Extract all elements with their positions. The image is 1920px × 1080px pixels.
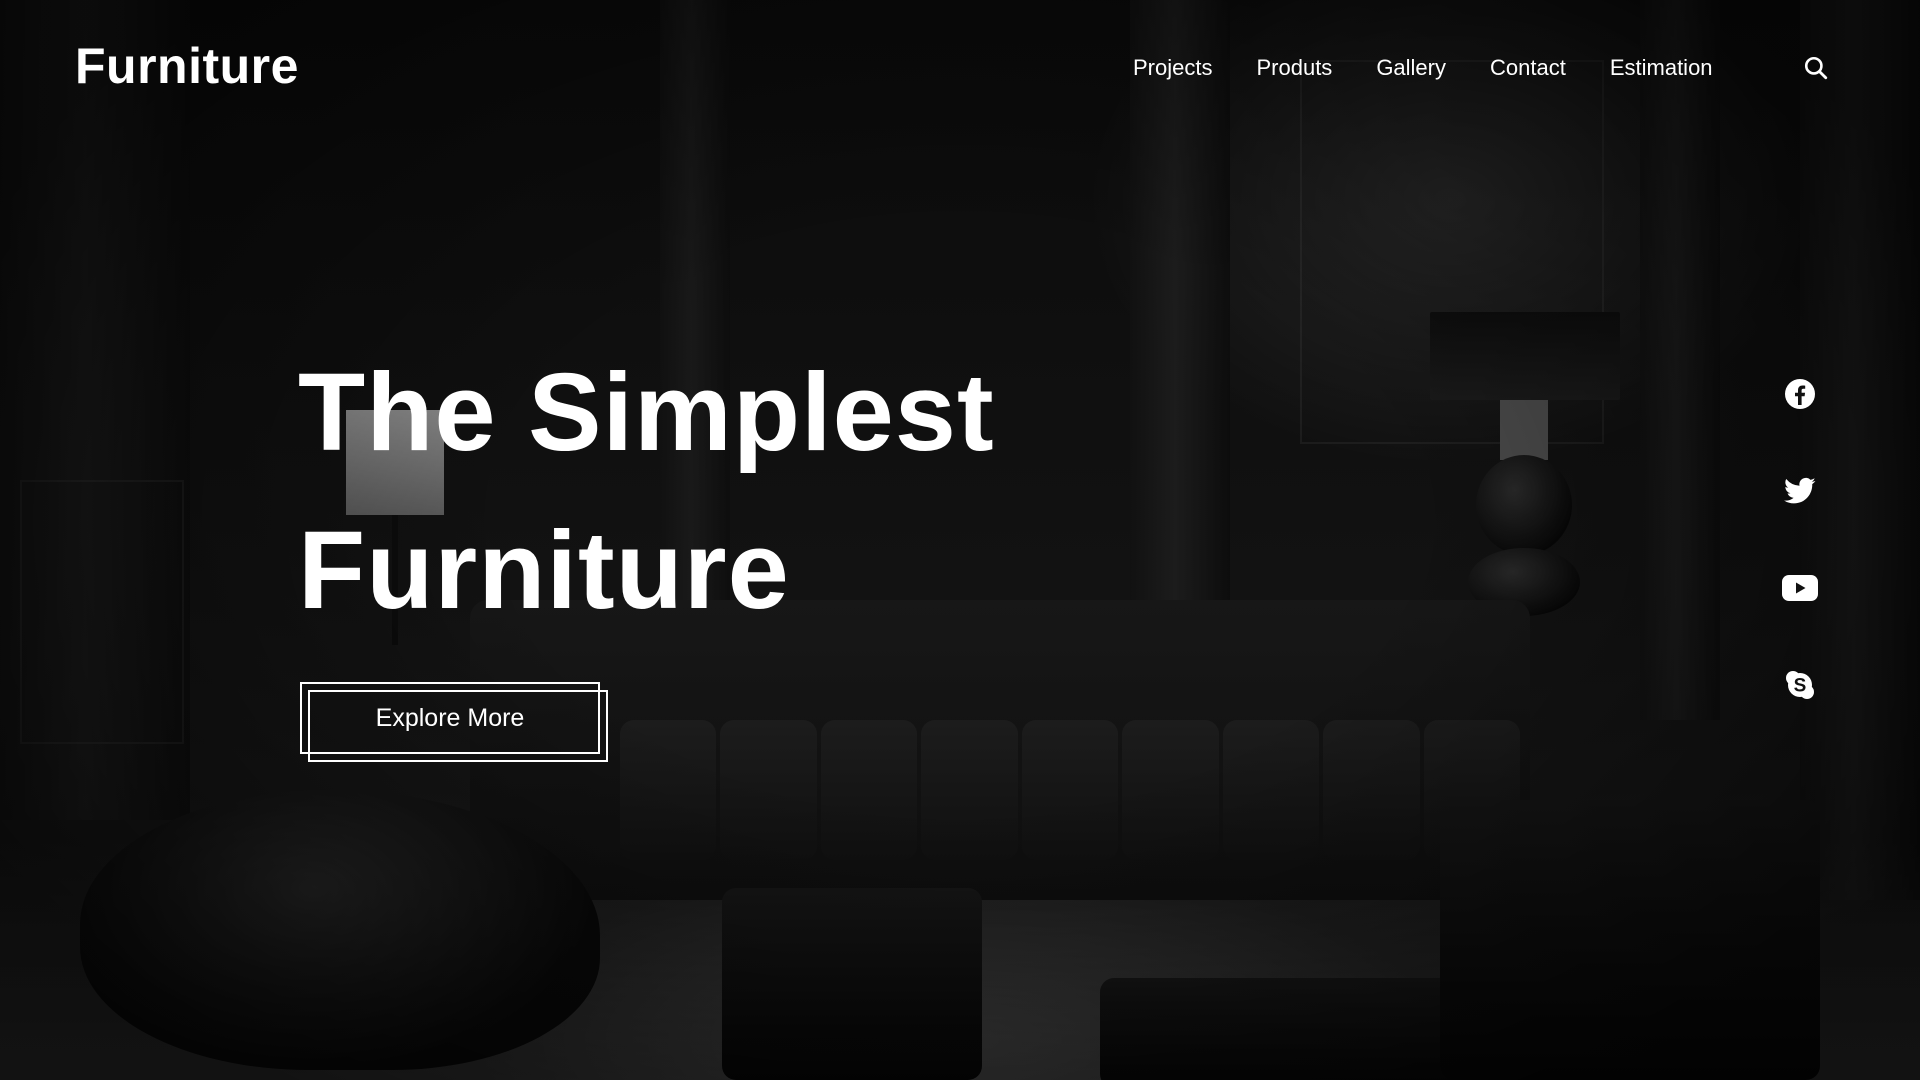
logo[interactable]: Furniture <box>75 36 299 96</box>
skype-link[interactable]: S <box>1782 667 1818 703</box>
twitter-link[interactable] <box>1782 473 1818 509</box>
twitter-icon <box>1784 477 1816 504</box>
hero-headline: The Simplest Furniture <box>298 334 995 650</box>
nav-link-gallery[interactable]: Gallery <box>1376 50 1446 86</box>
search-button[interactable] <box>1800 52 1832 84</box>
youtube-link[interactable] <box>1782 570 1818 606</box>
explore-more-button[interactable]: Explore More <box>300 682 608 762</box>
headline-line-2: Furniture <box>298 509 790 632</box>
search-icon <box>1804 56 1828 80</box>
skype-icon: S <box>1786 671 1814 699</box>
svg-text:S: S <box>1794 676 1807 697</box>
social-links: S <box>1782 376 1818 703</box>
facebook-link[interactable] <box>1782 376 1818 412</box>
nav-link-projects[interactable]: Projects <box>1133 50 1212 86</box>
nav-link-estimation[interactable]: Estimation <box>1610 50 1713 86</box>
main-nav: Projects Produts Gallery Contact Estimat… <box>1133 50 1713 86</box>
nav-link-products[interactable]: Produts <box>1256 50 1332 86</box>
nav-link-contact[interactable]: Contact <box>1490 50 1566 86</box>
headline-line-1: The Simplest <box>298 351 995 474</box>
youtube-icon <box>1782 575 1818 601</box>
facebook-icon <box>1785 379 1815 409</box>
hero-section: Furniture Projects Produts Gallery Conta… <box>0 0 1920 1080</box>
